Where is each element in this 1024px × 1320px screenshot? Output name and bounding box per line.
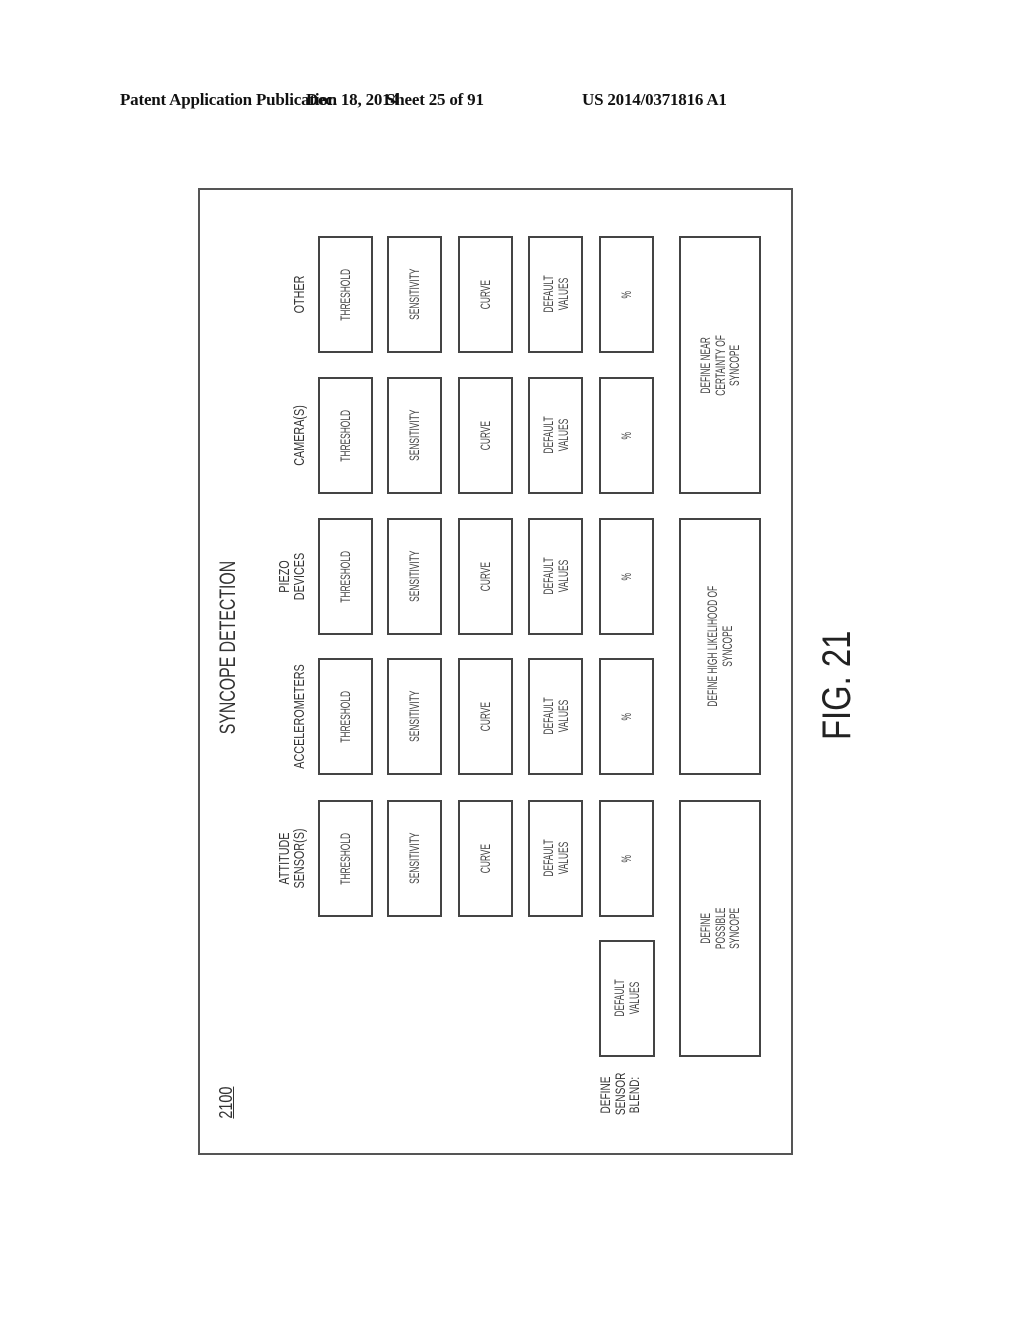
percent-label: %	[618, 290, 635, 299]
sensor-name: CAMERA(S)	[291, 405, 309, 466]
figure-label: FIG. 21	[815, 592, 965, 740]
define-near-certainty-syncope-label: DEFINE NEAR CERTAINTY OF SYNCOPE	[696, 334, 743, 396]
attitude-sensors-percent-button[interactable]: %	[599, 800, 654, 917]
curve-label: CURVE	[477, 420, 494, 451]
threshold-label: THRESHOLD	[337, 268, 354, 321]
attitude-sensors-threshold-button[interactable]: THRESHOLD	[318, 800, 373, 917]
threshold-label: THRESHOLD	[337, 550, 354, 603]
piezo-devices-curve-button[interactable]: CURVE	[458, 518, 513, 635]
other-defaults-button[interactable]: DEFAULT VALUES	[528, 236, 583, 353]
page-header: Patent Application Publication Dec. 18, …	[0, 90, 1024, 114]
accelerometers-sensitivity-button[interactable]: SENSITIVITY	[387, 658, 442, 775]
sensitivity-label: SENSITIVITY	[406, 409, 423, 462]
threshold-label: THRESHOLD	[337, 832, 354, 885]
cameras-curve-button[interactable]: CURVE	[458, 377, 513, 494]
reference-numeral: 2100	[216, 1086, 236, 1119]
percent-label: %	[618, 712, 635, 721]
threshold-label: THRESHOLD	[337, 409, 354, 462]
define-high-likelihood-syncope-label: DEFINE HIGH LIKELIHOOD OF SYNCOPE	[704, 586, 735, 707]
syncope-detection-panel: 2100 SYNCOPE DETECTION DEFINE SENSOR BLE…	[198, 188, 793, 1155]
piezo-devices-percent-button[interactable]: %	[599, 518, 654, 635]
cameras-sensitivity-button[interactable]: SENSITIVITY	[387, 377, 442, 494]
sensitivity-label: SENSITIVITY	[406, 268, 423, 321]
defaults-label: DEFAULT VALUES	[539, 275, 571, 314]
piezo-devices-sensitivity-button[interactable]: SENSITIVITY	[387, 518, 442, 635]
attitude-sensors-defaults-button[interactable]: DEFAULT VALUES	[528, 800, 583, 917]
accelerometers-curve-button[interactable]: CURVE	[458, 658, 513, 775]
other-threshold-button[interactable]: THRESHOLD	[318, 236, 373, 353]
curve-label: CURVE	[477, 843, 494, 874]
piezo-devices-defaults-button[interactable]: DEFAULT VALUES	[528, 518, 583, 635]
publication-type: Patent Application Publication	[120, 90, 337, 109]
figure-number: FIG. 21	[815, 630, 859, 740]
sensor-name: OTHER	[291, 275, 309, 314]
sensor-header-cameras: CAMERA(S)	[266, 393, 308, 477]
define-possible-syncope-button[interactable]: DEFINE POSSIBLE SYNCOPE	[679, 800, 761, 1057]
defaults-label: DEFAULT VALUES	[539, 416, 571, 455]
curve-label: CURVE	[477, 561, 494, 592]
define-high-likelihood-syncope-button[interactable]: DEFINE HIGH LIKELIHOOD OF SYNCOPE	[679, 518, 761, 775]
curve-label: CURVE	[477, 701, 494, 732]
patent-number: US 2014/0371816 A1	[582, 90, 727, 109]
percent-label: %	[618, 572, 635, 581]
panel-title: SYNCOPE DETECTION	[215, 560, 240, 735]
sensor-header-piezo-devices: PIEZO DEVICES	[266, 534, 309, 618]
other-percent-button[interactable]: %	[599, 236, 654, 353]
define-near-certainty-syncope-button[interactable]: DEFINE NEAR CERTAINTY OF SYNCOPE	[679, 236, 761, 494]
define-sensor-blend-label: DEFINE SENSOR BLEND:	[597, 1072, 643, 1116]
sensor-name: ACCELEROMETERS	[291, 664, 309, 769]
sensitivity-label: SENSITIVITY	[406, 550, 423, 603]
accelerometers-threshold-button[interactable]: THRESHOLD	[318, 658, 373, 775]
cameras-defaults-button[interactable]: DEFAULT VALUES	[528, 377, 583, 494]
attitude-sensors-sensitivity-button[interactable]: SENSITIVITY	[387, 800, 442, 917]
accelerometers-percent-button[interactable]: %	[599, 658, 654, 775]
sensor-name: PIEZO DEVICES	[275, 552, 309, 601]
defaults-label: DEFAULT VALUES	[539, 839, 571, 878]
sensor-header-other: OTHER	[266, 252, 308, 336]
sheet-number: Sheet 25 of 91	[386, 90, 484, 109]
curve-label: CURVE	[477, 279, 494, 310]
define-possible-syncope-label: DEFINE POSSIBLE SYNCOPE	[696, 907, 743, 950]
defaults-label: DEFAULT VALUES	[539, 557, 571, 596]
other-sensitivity-button[interactable]: SENSITIVITY	[387, 236, 442, 353]
sensor-name: ATTITUDE SENSOR(S)	[275, 828, 309, 889]
publication-date: Dec. 18, 2014	[306, 90, 399, 109]
sensitivity-label: SENSITIVITY	[406, 690, 423, 743]
sensor-blend-default-values-label: DEFAULT VALUES	[611, 979, 642, 1018]
cameras-threshold-button[interactable]: THRESHOLD	[318, 377, 373, 494]
sensor-header-attitude-sensors: ATTITUDE SENSOR(S)	[266, 816, 309, 900]
attitude-sensors-curve-button[interactable]: CURVE	[458, 800, 513, 917]
percent-label: %	[618, 854, 635, 863]
accelerometers-defaults-button[interactable]: DEFAULT VALUES	[528, 658, 583, 775]
cameras-percent-button[interactable]: %	[599, 377, 654, 494]
sensor-blend-default-values-button[interactable]: DEFAULT VALUES	[599, 940, 655, 1057]
sensitivity-label: SENSITIVITY	[406, 832, 423, 885]
sensor-header-accelerometers: ACCELEROMETERS	[266, 664, 308, 768]
other-curve-button[interactable]: CURVE	[458, 236, 513, 353]
defaults-label: DEFAULT VALUES	[539, 697, 571, 736]
percent-label: %	[618, 431, 635, 440]
piezo-devices-threshold-button[interactable]: THRESHOLD	[318, 518, 373, 635]
threshold-label: THRESHOLD	[337, 690, 354, 743]
